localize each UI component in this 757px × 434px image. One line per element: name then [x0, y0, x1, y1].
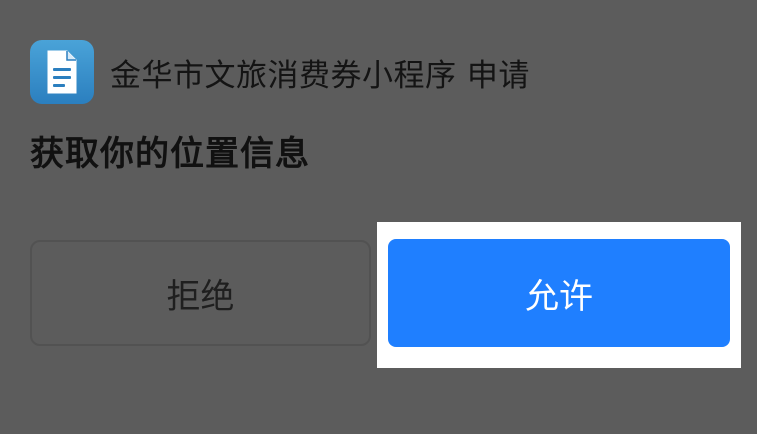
request-suffix: 申请	[466, 57, 530, 94]
allow-button[interactable]: 允许	[388, 239, 730, 347]
document-icon	[30, 40, 94, 104]
deny-button-label: 拒绝	[166, 276, 235, 317]
allow-button-label: 允许	[525, 276, 593, 317]
app-name: 金华市文旅消费券小程序	[110, 57, 457, 94]
app-header: 金华市文旅消费券小程序 申请	[30, 40, 530, 104]
deny-button[interactable]: 拒绝	[30, 240, 371, 346]
app-title: 金华市文旅消费券小程序 申请	[110, 50, 530, 95]
permission-title: 获取你的位置信息	[30, 134, 310, 174]
